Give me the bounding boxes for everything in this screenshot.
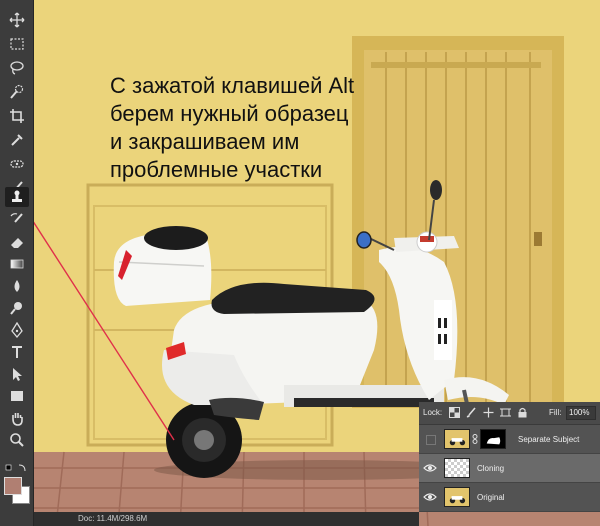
scooter-thumbnail-icon	[449, 438, 466, 446]
hand-icon	[12, 413, 23, 426]
fill-opacity-field[interactable]: 100%	[566, 406, 596, 420]
gradient-icon	[10, 259, 24, 269]
type-icon	[12, 346, 22, 358]
history-brush-tool-button[interactable]	[5, 210, 29, 230]
magnifier-icon	[10, 433, 24, 447]
bandage-icon	[10, 160, 24, 168]
eye-icon[interactable]	[423, 462, 437, 474]
layer-row-cloning[interactable]: Cloning	[419, 454, 600, 483]
quick-selection-tool-button[interactable]	[5, 82, 29, 102]
quick-selection-icon	[10, 84, 24, 99]
eyedropper-icon	[11, 134, 23, 146]
eraser-icon	[11, 238, 23, 248]
caption-line-2: берем нужный образец	[110, 101, 349, 126]
layer-name: Original	[477, 493, 505, 502]
healing-brush-tool-button[interactable]	[5, 154, 29, 174]
rectangle-tool-button[interactable]	[5, 386, 29, 406]
caption-line-4: проблемные участки	[110, 157, 323, 182]
lock-label: Lock:	[423, 408, 443, 417]
caption-line-1: С зажатой клавишей Alt	[110, 73, 355, 98]
layer-row-separate-subject[interactable]: Separate Subject	[419, 425, 600, 454]
blur-tool-button[interactable]	[5, 276, 29, 296]
instruction-caption: С зажатой клавишей Alt берем нужный обра…	[110, 72, 400, 184]
marquee-icon	[10, 38, 24, 50]
layer-lock-row: Lock: Fill: 100%	[419, 402, 600, 425]
status-bar: Doc: 11.4M/298.6M	[34, 512, 419, 526]
dodge-tool-button[interactable]	[5, 298, 29, 318]
tools-panel	[0, 0, 34, 526]
layer-row-original[interactable]: Original	[419, 483, 600, 512]
layer-thumbnail-transparent	[444, 458, 470, 478]
layer-name: Cloning	[477, 464, 505, 473]
crop-icon	[10, 109, 24, 123]
swap-colors-icon	[5, 464, 26, 472]
move-icon	[9, 12, 25, 28]
layer-mask-thumbnail[interactable]	[480, 429, 506, 449]
path-selection-tool-button[interactable]	[5, 364, 29, 384]
layer-thumbnail	[444, 429, 470, 449]
lock-position-icon[interactable]	[483, 407, 494, 418]
lock-image-pixels-icon[interactable]	[466, 407, 477, 418]
type-tool-button[interactable]	[5, 342, 29, 362]
mask-link-icon[interactable]	[472, 434, 478, 444]
dodge-icon	[10, 302, 22, 315]
lock-artboard-icon[interactable]	[500, 407, 511, 418]
eye-icon[interactable]	[423, 491, 437, 503]
stamp-icon	[12, 190, 22, 202]
lasso-icon	[10, 61, 24, 75]
move-tool-button[interactable]	[5, 10, 29, 30]
layer-visibility-toggle-off[interactable]	[426, 435, 436, 445]
marquee-tool-button[interactable]	[5, 34, 29, 54]
gradient-tool-button[interactable]	[5, 254, 29, 274]
lasso-tool-button[interactable]	[5, 58, 29, 78]
caption-line-3: и закрашиваем им	[110, 129, 300, 154]
blur-drop-icon	[14, 280, 20, 292]
pen-icon	[11, 322, 23, 338]
arrow-pointer-icon	[13, 368, 22, 381]
rectangle-icon	[11, 391, 23, 401]
layers-panel: Lock: Fill: 100% Separate Subject Clonin…	[419, 402, 600, 512]
zoom-tool-button[interactable]	[5, 430, 29, 450]
history-brush-icon	[10, 213, 23, 223]
eraser-tool-button[interactable]	[5, 232, 29, 252]
hand-tool-button[interactable]	[5, 408, 29, 428]
lock-transparent-pixels-icon[interactable]	[449, 407, 460, 418]
mask-silhouette-icon	[486, 437, 501, 445]
foreground-color-swatch[interactable]	[4, 477, 22, 495]
scooter-thumbnail-icon	[449, 496, 466, 504]
layer-name: Separate Subject	[518, 435, 580, 444]
clone-stamp-tool-button[interactable]	[5, 187, 29, 207]
crop-tool-button[interactable]	[5, 106, 29, 126]
layer-thumbnail	[444, 487, 470, 507]
lock-all-icon[interactable]	[517, 407, 528, 418]
swap-colors-control[interactable]	[5, 460, 29, 472]
eyedropper-tool-button[interactable]	[5, 130, 29, 150]
fill-label: Fill:	[549, 408, 562, 417]
pen-tool-button[interactable]	[5, 320, 29, 340]
